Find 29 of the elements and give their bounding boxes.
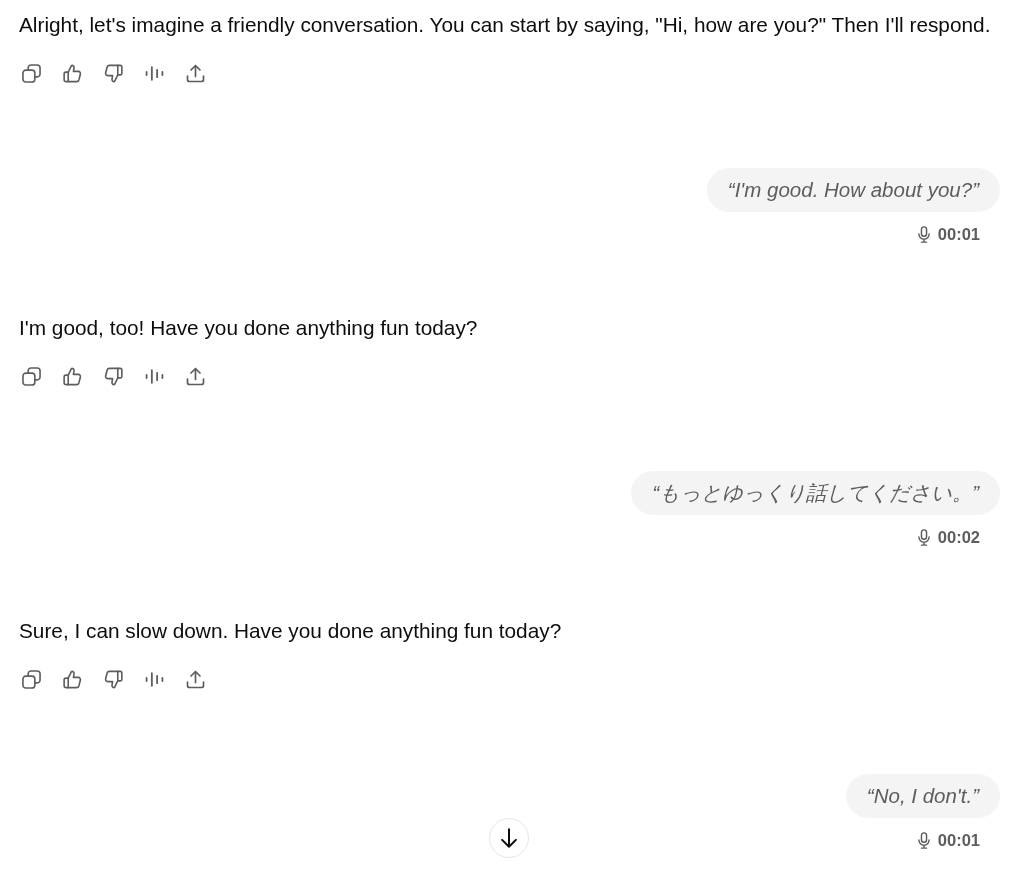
copy-icon[interactable] <box>21 366 41 386</box>
user-message-bubble: “もっとゆっくり話してください。” <box>631 471 1000 515</box>
user-message-bubble: “No, I don't.” <box>845 774 1000 818</box>
thumbs-up-icon[interactable] <box>62 63 82 83</box>
assistant-message-text: Alright, let's imagine a friendly conversation. You can start by saying, "Hi, how are you?" Then I'll respond. <box>19 12 992 38</box>
microphone-icon <box>916 831 931 849</box>
user-message-bubble: “I'm good. How about you?” <box>706 168 1000 212</box>
voice-wave-icon[interactable] <box>144 63 164 83</box>
thumbs-up-icon[interactable] <box>62 669 82 689</box>
microphone-icon <box>916 528 931 546</box>
arrow-down-icon <box>499 828 519 848</box>
voice-duration: 00:01 <box>937 224 980 244</box>
assistant-message-text: I'm good, too! Have you done anything fun today? <box>19 315 479 341</box>
voice-duration: 00:02 <box>937 527 980 547</box>
share-icon[interactable] <box>185 63 205 83</box>
share-icon[interactable] <box>185 669 205 689</box>
microphone-icon <box>916 225 931 243</box>
voice-duration: 00:01 <box>937 830 980 850</box>
voice-wave-icon[interactable] <box>144 366 164 386</box>
thumbs-down-icon[interactable] <box>103 669 123 689</box>
share-icon[interactable] <box>185 366 205 386</box>
copy-icon[interactable] <box>21 63 41 83</box>
voice-wave-icon[interactable] <box>144 669 164 689</box>
assistant-message-text: Sure, I can slow down. Have you done anything fun today? <box>19 618 563 644</box>
thumbs-down-icon[interactable] <box>103 366 123 386</box>
thumbs-down-icon[interactable] <box>103 63 123 83</box>
copy-icon[interactable] <box>21 669 41 689</box>
thumbs-up-icon[interactable] <box>62 366 82 386</box>
scroll-down-button[interactable] <box>489 818 529 858</box>
